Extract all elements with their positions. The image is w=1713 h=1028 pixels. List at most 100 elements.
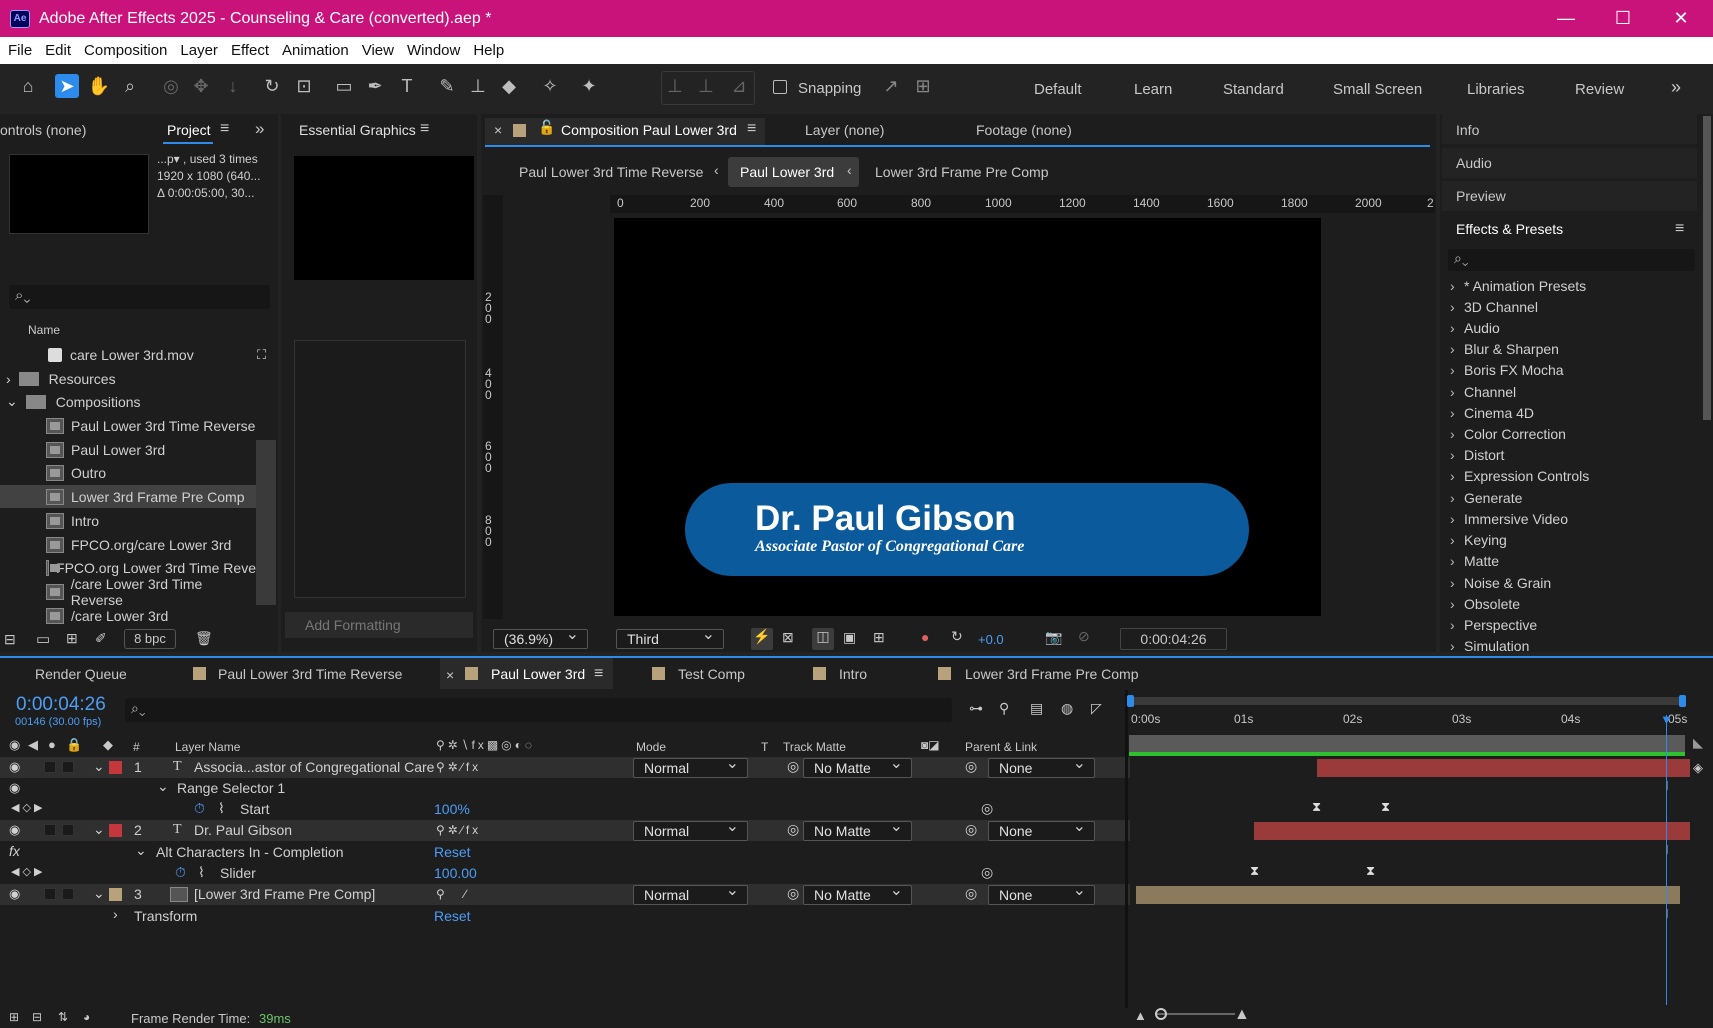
property-value[interactable]: 100.00 — [434, 865, 477, 881]
list-item[interactable]: Intro — [0, 509, 256, 532]
layer-duration-bar[interactable] — [1254, 822, 1690, 840]
layer-switches-icon[interactable]: ⊞ — [9, 1010, 19, 1024]
trash-icon[interactable]: 🗑 — [195, 630, 213, 647]
effect-category[interactable]: › Cinema 4D — [1450, 405, 1534, 421]
navigator-start-handle[interactable] — [1127, 695, 1134, 707]
hamburger-menu-icon[interactable]: ≡ — [747, 120, 756, 138]
navigator-end-handle[interactable] — [1679, 695, 1686, 707]
tab-footage[interactable]: Footage (none) — [976, 122, 1072, 138]
property-value[interactable]: 100% — [434, 801, 470, 817]
timeline-search-input[interactable] — [125, 698, 952, 722]
effect-category[interactable]: › * Animation Presets — [1450, 278, 1586, 294]
tab-timeline[interactable]: Test Comp — [678, 666, 745, 682]
mask-visibility-icon[interactable]: ◫ — [812, 628, 834, 650]
camera-snapshot-icon[interactable]: 📷 — [1045, 629, 1062, 646]
menu-file[interactable]: File — [2, 42, 38, 59]
track-matte-dropdown[interactable]: No Matte — [803, 882, 912, 905]
matte-pickwhip-icon[interactable]: ◎ — [787, 758, 799, 775]
menu-effect[interactable]: Effect — [225, 42, 275, 59]
tab-essential-graphics[interactable]: Essential Graphics — [299, 122, 416, 138]
zoom-in-icon[interactable]: ▲ — [1234, 1006, 1250, 1024]
breadcrumb-item[interactable]: Lower 3rd Frame Pre Comp — [875, 164, 1049, 180]
scrollbar[interactable] — [1703, 116, 1711, 420]
chevron-right-icon[interactable]: » — [255, 119, 264, 139]
chevron-down-icon[interactable]: ⌄ — [157, 778, 169, 795]
chevron-down-icon[interactable]: ⌄ — [93, 885, 105, 902]
viewer-timecode[interactable]: 0:00:04:26 — [1120, 628, 1227, 650]
effect-category[interactable]: › Blur & Sharpen — [1450, 341, 1559, 357]
effect-category[interactable]: › Matte — [1450, 553, 1499, 569]
parent-dropdown[interactable]: None — [988, 755, 1095, 778]
draft-3d-icon[interactable]: ⚲ — [999, 700, 1009, 717]
effect-category[interactable]: › Distort — [1450, 447, 1504, 463]
solo-checkbox[interactable] — [44, 888, 56, 900]
close-icon[interactable]: × — [494, 122, 502, 138]
layer-name[interactable]: Dr. Paul Gibson — [194, 822, 292, 838]
close-icon[interactable]: × — [446, 667, 454, 683]
zoom-slider-track[interactable] — [1155, 1013, 1235, 1015]
chevron-right-icon[interactable]: › — [6, 371, 11, 387]
view-axis-icon[interactable]: ⊿ — [727, 74, 751, 98]
graph-editor-icon[interactable]: ◸ — [1091, 700, 1102, 717]
effect-category[interactable]: › Audio — [1450, 320, 1500, 336]
tab-timeline-active[interactable]: Paul Lower 3rd — [491, 666, 585, 682]
zoom-dropdown[interactable]: (36.9%) — [493, 626, 588, 649]
layer-name[interactable]: Associa...astor of Congregational Care — [194, 759, 434, 775]
track-matte-dropdown[interactable]: No Matte — [803, 755, 912, 778]
solo-checkbox[interactable] — [44, 824, 56, 836]
chevron-down-icon[interactable]: ⌄ — [135, 842, 147, 859]
tab-timeline[interactable]: Lower 3rd Frame Pre Comp — [965, 666, 1139, 682]
graph-icon[interactable]: ⌇ — [218, 800, 225, 817]
snap-edge-icon[interactable]: ↗ — [879, 74, 903, 98]
layer-row-1[interactable]: ◉ ⌄ 1 T Associa...astor of Congregationa… — [0, 755, 1130, 778]
mode-dropdown[interactable]: Normal — [633, 755, 748, 778]
eye-icon[interactable]: ◉ — [9, 822, 20, 838]
workspace-small-screen[interactable]: Small Screen — [1333, 81, 1422, 98]
workspace-default[interactable]: Default — [1034, 81, 1082, 98]
show-snapshot-icon[interactable]: ⊘ — [1078, 628, 1090, 645]
property-row[interactable]: ◀ ◇ ▶ ⏱ ⌇ Slider 100.00 ◎ — [0, 863, 1130, 884]
hamburger-menu-icon[interactable]: ≡ — [594, 665, 603, 683]
zoom-tool-icon[interactable]: ⌕ — [118, 74, 142, 98]
layer-duration-bar[interactable] — [1317, 759, 1690, 777]
keyframe-navigator-icon[interactable]: ◀ ◇ ▶ — [11, 801, 43, 814]
shy-layers-icon[interactable]: ▤ — [1030, 700, 1043, 717]
eye-icon[interactable]: ◉ — [9, 759, 20, 775]
eye-icon[interactable]: ◉ — [9, 886, 20, 902]
effect-category[interactable]: › Obsolete — [1450, 596, 1520, 612]
track-matte-dropdown[interactable]: No Matte — [803, 818, 912, 841]
comp-marker-bin-icon[interactable]: ◣ — [1693, 735, 1703, 751]
tab-effect-controls[interactable]: ontrols (none) — [0, 122, 86, 138]
type-tool-icon[interactable]: T — [395, 74, 419, 98]
mode-dropdown[interactable]: Normal — [633, 818, 748, 841]
breadcrumb-item-active[interactable]: Paul Lower 3rd — [740, 164, 834, 180]
orbit-camera-icon[interactable]: ◎ — [159, 74, 183, 98]
matte-pickwhip-icon[interactable]: ◎ — [787, 885, 799, 902]
menu-animation[interactable]: Animation — [276, 42, 355, 59]
project-settings-icon[interactable]: ✐ — [95, 630, 107, 647]
layer-name[interactable]: [Lower 3rd Frame Pre Comp] — [194, 886, 375, 902]
tab-timeline[interactable]: Paul Lower 3rd Time Reverse — [218, 666, 402, 682]
home-icon[interactable]: ⌂ — [16, 74, 40, 98]
layer-row-3[interactable]: ◉ ⌄ 3 [Lower 3rd Frame Pre Comp] ⚲ ∕ Nor… — [0, 882, 1130, 905]
property-group-row[interactable]: › Transform Reset — [0, 906, 1130, 927]
switches-icons[interactable]: ⚲✲∕fx — [436, 823, 481, 837]
fast-preview-icon[interactable]: ⚡ — [751, 628, 773, 650]
tab-timeline[interactable]: Intro — [839, 666, 867, 682]
menu-view[interactable]: View — [356, 42, 400, 59]
transfer-controls-icon[interactable]: ⊟ — [32, 1010, 42, 1024]
effect-category[interactable]: › Simulation — [1450, 638, 1529, 654]
brush-tool-icon[interactable]: ✎ — [435, 74, 459, 98]
mode-dropdown[interactable]: Normal — [633, 882, 748, 905]
current-timecode[interactable]: 0:00:04:26 — [16, 694, 106, 716]
panel-preview[interactable]: Preview — [1456, 188, 1506, 204]
minimize-icon[interactable]: — — [1537, 0, 1595, 37]
parent-pickwhip-icon[interactable]: ◎ — [965, 885, 977, 902]
workspace-libraries[interactable]: Libraries — [1467, 81, 1525, 98]
workspace-review[interactable]: Review — [1575, 81, 1624, 98]
scrollbar[interactable] — [256, 440, 276, 605]
effect-category[interactable]: › Generate — [1450, 490, 1522, 506]
tab-project[interactable]: Project — [167, 122, 211, 138]
menu-edit[interactable]: Edit — [39, 42, 77, 59]
keyframe-icon[interactable]: ⧗ — [1312, 799, 1321, 815]
